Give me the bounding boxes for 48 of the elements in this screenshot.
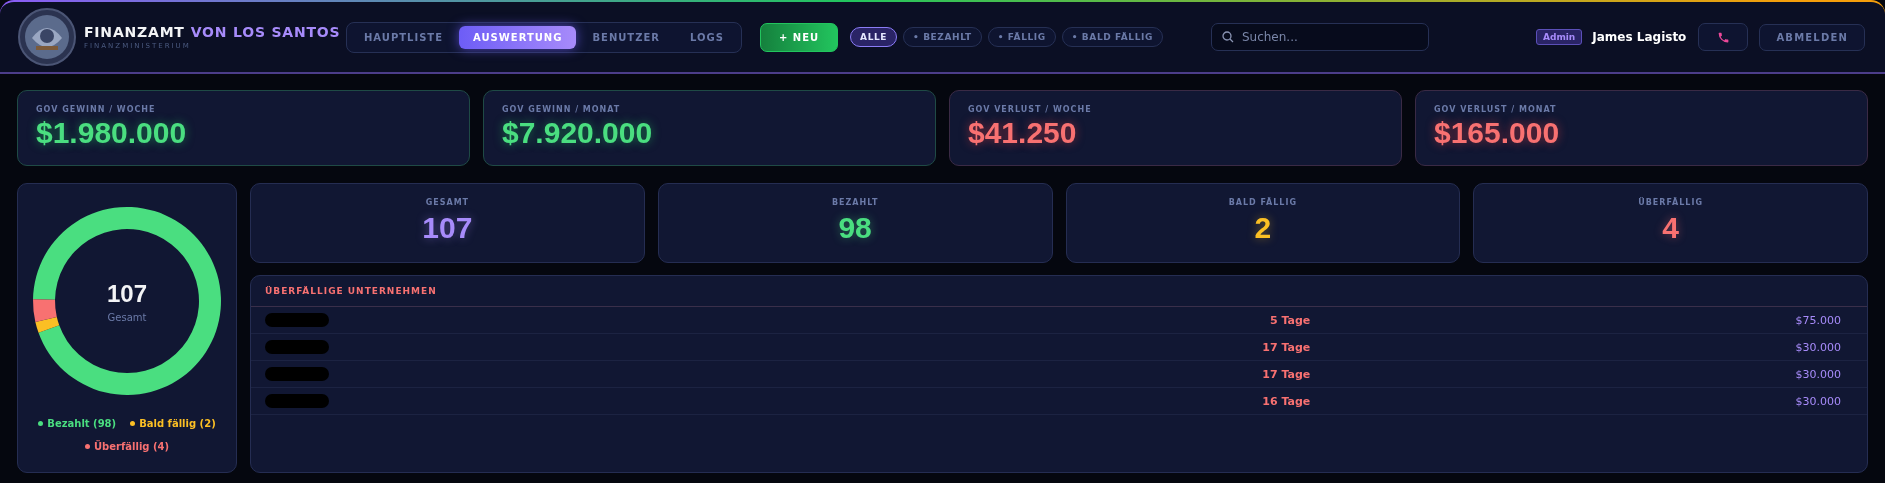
legend-label: Bald fällig (2) xyxy=(139,418,216,429)
user-name: James Lagisto xyxy=(1592,30,1687,44)
emblem-icon xyxy=(18,8,76,66)
kpi-label: GOV VERLUST / WOCHE xyxy=(968,105,1093,114)
filter-chip[interactable]: • FÄLLIG xyxy=(987,27,1056,47)
kpi-value: $1.980.000 xyxy=(36,116,188,150)
nav-tab[interactable]: AUSWERTUNG xyxy=(459,25,577,49)
stat-label: BALD FÄLLIG xyxy=(1228,198,1297,207)
days-overdue: 16 Tage xyxy=(1262,394,1311,408)
brand-title: FINANZAMT xyxy=(84,24,185,40)
nav-tab[interactable]: HAUPTLISTE xyxy=(350,25,458,49)
new-button[interactable]: + NEU xyxy=(759,22,839,52)
phone-button[interactable] xyxy=(1698,23,1749,51)
stat-value: 4 xyxy=(1662,211,1679,245)
stat-label: BEZAHLT xyxy=(831,198,879,207)
filter-chip[interactable]: • BALD FÄLLIG xyxy=(1061,27,1163,47)
filter-chip[interactable]: • BEZAHLT xyxy=(903,27,982,47)
total-value: 107 xyxy=(106,279,147,308)
kpi-value: $7.920.000 xyxy=(502,116,654,150)
role-badge: Admin xyxy=(1536,29,1583,45)
days-overdue: 5 Tage xyxy=(1270,313,1311,327)
kpi-value: $165.000 xyxy=(1434,116,1561,150)
brand-title-accent: VON LOS SANTOS xyxy=(190,24,341,40)
amount-due: $30.000 xyxy=(1795,394,1841,408)
nav-tab[interactable]: LOGS xyxy=(675,25,738,49)
table-title: ÜBERFÄLLIGE UNTERNEHMEN xyxy=(251,276,1867,307)
amount-due: $30.000 xyxy=(1795,367,1841,381)
kpi-label: GOV GEWINN / MONAT xyxy=(502,105,622,114)
kpi-value: $41.250 xyxy=(968,116,1078,150)
logout-button[interactable]: ABMELDEN xyxy=(1759,23,1865,51)
stat-value: 98 xyxy=(838,211,872,245)
stat-value: 107 xyxy=(422,211,473,245)
legend-label: Bezahlt (98) xyxy=(47,418,117,429)
amount-due: $75.000 xyxy=(1795,313,1841,327)
amount-due: $30.000 xyxy=(1795,340,1841,354)
days-overdue: 17 Tage xyxy=(1262,340,1311,354)
filter-chip[interactable]: ALLE xyxy=(850,27,898,47)
phone-icon xyxy=(1716,30,1730,44)
nav-tab[interactable]: BENUTZER xyxy=(578,25,674,49)
stat-value: 2 xyxy=(1254,211,1272,245)
kpi-label: GOV VERLUST / MONAT xyxy=(1434,105,1558,114)
days-overdue: 17 Tage xyxy=(1262,367,1311,381)
stat-label: GESAMT xyxy=(425,198,470,207)
search-field[interactable]: Suchen... xyxy=(1210,23,1429,51)
total-label: Gesamt xyxy=(107,311,147,323)
kpi-label: GOV GEWINN / WOCHE xyxy=(36,105,157,114)
legend-label: Überfällig (4) xyxy=(93,441,170,452)
stat-label: ÜBERFÄLLIG xyxy=(1638,198,1703,207)
